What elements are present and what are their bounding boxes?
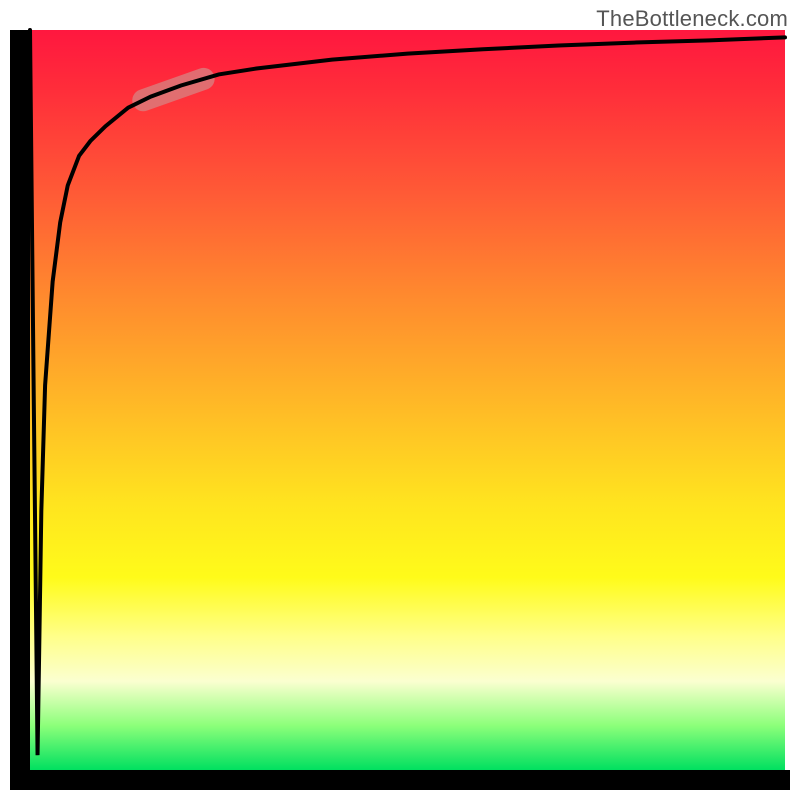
- y-axis: [10, 30, 30, 770]
- chart-frame: [0, 0, 800, 800]
- bottleneck-curve: [30, 30, 785, 755]
- axis-origin: [10, 770, 30, 790]
- curve-layer: [30, 30, 785, 770]
- x-axis: [10, 770, 790, 790]
- watermark-text: TheBottleneck.com: [596, 6, 788, 32]
